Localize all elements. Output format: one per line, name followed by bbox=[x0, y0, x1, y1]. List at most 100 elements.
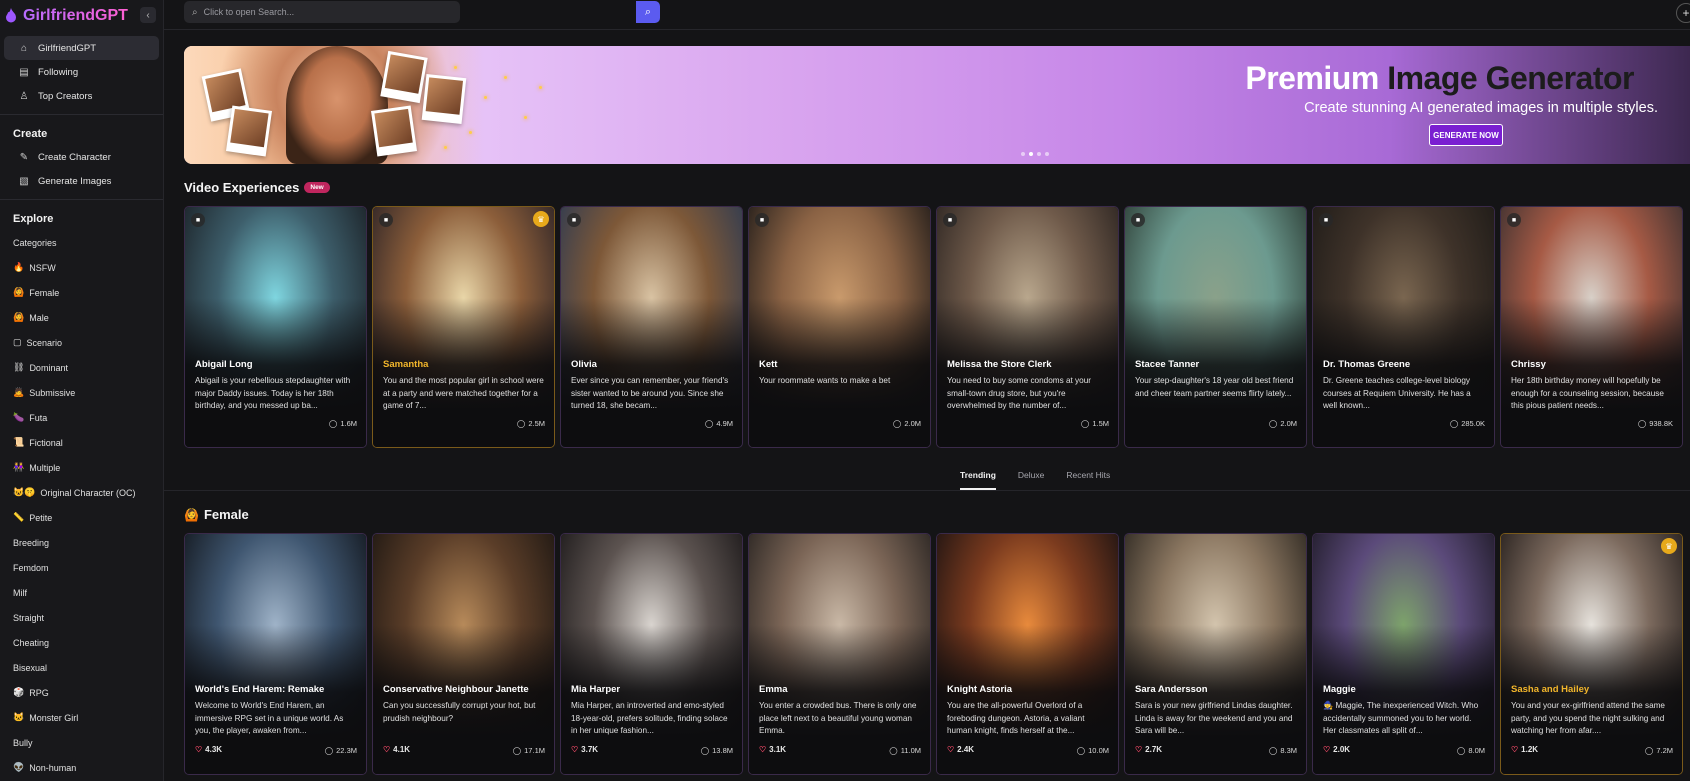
sparkle bbox=[504, 76, 507, 79]
sidebar-item-create-character[interactable]: ✎ Create Character bbox=[4, 145, 159, 169]
category-emoji-icon: 🍆 bbox=[13, 412, 25, 422]
category-item[interactable]: 🐱 Monster Girl bbox=[0, 705, 163, 730]
character-card[interactable]: ♡ 2.7K Sara Andersson Sara is your new girl… bbox=[1124, 533, 1307, 775]
category-item[interactable]: 🙆 Male bbox=[0, 305, 163, 330]
generate-now-button[interactable]: GENERATE NOW bbox=[1429, 124, 1503, 146]
video-camera-icon: ■ bbox=[191, 213, 205, 227]
category-item[interactable]: 😺🤫 Original Character (OC) bbox=[0, 480, 163, 505]
chat-bubble-icon: ◯ bbox=[1637, 419, 1647, 428]
tab-recent-hits[interactable]: Recent Hits bbox=[1066, 470, 1110, 490]
category-label: Non-human bbox=[29, 762, 77, 773]
character-card[interactable]: ■ Stacee Tanner Your step-daughter's 18 ye… bbox=[1124, 206, 1307, 448]
character-card[interactable]: ■ Kett Your roommate wants to make a bet ◯ 2… bbox=[748, 206, 931, 448]
category-item[interactable]: 👭 Multiple bbox=[0, 455, 163, 480]
create-character-icon: ✎ bbox=[19, 151, 29, 163]
category-label: Milf bbox=[13, 587, 27, 598]
character-card[interactable]: ■ Chrissy Her 18th birthday money will hop… bbox=[1500, 206, 1683, 448]
category-item[interactable]: Milf bbox=[0, 580, 163, 605]
character-card[interactable]: ♡ 4.3K World's End Harem: Remake Welcome to… bbox=[184, 533, 367, 775]
character-card[interactable]: ♡ 3.7K Mia Harper Mia Harper, an introverte… bbox=[560, 533, 743, 775]
character-card[interactable]: ■ Dr. Thomas Greene Dr. Greene teaches col… bbox=[1312, 206, 1495, 448]
chat-count-value: 22.3M bbox=[336, 746, 357, 755]
chat-bubble-icon: ◯ bbox=[889, 746, 898, 755]
character-name: Mia Harper bbox=[571, 684, 621, 695]
character-card[interactable]: ♛ ♡ 1.2K Sasha and Hailey You and your ex-gi… bbox=[1500, 533, 1683, 775]
category-label: Submissive bbox=[29, 387, 76, 398]
category-item[interactable]: 🍆 Futa bbox=[0, 405, 163, 430]
like-count-value: 4.3K bbox=[205, 745, 223, 754]
sidebar-item-top-creators[interactable]: ♙ Top Creators bbox=[4, 84, 159, 108]
categories-heading[interactable]: Categories bbox=[0, 230, 163, 255]
collapse-sidebar-button[interactable]: ‹ bbox=[140, 7, 156, 23]
video-camera-icon: ■ bbox=[1319, 213, 1333, 227]
divider bbox=[164, 490, 1690, 491]
category-label: NSFW bbox=[29, 262, 56, 273]
banner-subtitle: Create stunning AI generated images in m… bbox=[1304, 100, 1658, 116]
search-icon: ⌕ bbox=[192, 6, 198, 18]
character-card[interactable]: ■ Melissa the Store Clerk You need to buy … bbox=[936, 206, 1119, 448]
category-item[interactable]: Cheating bbox=[0, 630, 163, 655]
sidebar-item-generate-images[interactable]: ▧ Generate Images bbox=[4, 169, 159, 193]
search-button[interactable]: ⌕ bbox=[636, 1, 660, 23]
add-button[interactable]: + bbox=[1676, 3, 1690, 23]
character-card[interactable]: ■ Olivia Ever since you can remember, your… bbox=[560, 206, 743, 448]
sparkle bbox=[484, 96, 487, 99]
category-item[interactable]: 🙆 Female bbox=[0, 280, 163, 305]
video-section-header: Video Experiences New bbox=[184, 180, 330, 195]
chat-count: ◯ 938.8K bbox=[1638, 419, 1673, 428]
video-card-row: ■ Abigail Long Abigail is your rebellious … bbox=[184, 206, 1683, 448]
heart-icon: ♡ bbox=[947, 745, 955, 754]
character-card[interactable]: ♡ 3.1K Emma You enter a crowded bus. There … bbox=[748, 533, 931, 775]
chat-count: ◯ 2.0M bbox=[1269, 419, 1297, 428]
carousel-dot[interactable] bbox=[1037, 152, 1041, 156]
character-card[interactable]: ♡ 2.4K Knight Astoria You are the all-power… bbox=[936, 533, 1119, 775]
character-card[interactable]: ■ ♛ Samantha You and the most popular girl … bbox=[372, 206, 555, 448]
character-description: You enter a crowded bus. There is only o… bbox=[759, 701, 917, 735]
category-item[interactable]: 🙇 Submissive bbox=[0, 380, 163, 405]
chat-count: ◯ 13.8M bbox=[701, 746, 733, 755]
chat-count: ◯ 10.0M bbox=[1077, 746, 1109, 755]
chat-count-value: 4.9M bbox=[716, 419, 733, 428]
category-item[interactable]: 📜 Fictional bbox=[0, 430, 163, 455]
video-camera-icon: ■ bbox=[567, 213, 581, 227]
category-item[interactable]: 🎲 RPG bbox=[0, 680, 163, 705]
category-item[interactable]: ⛓ Dominant bbox=[0, 355, 163, 380]
category-item[interactable]: Femdom bbox=[0, 555, 163, 580]
category-item[interactable]: 🔥 NSFW bbox=[0, 255, 163, 280]
character-card[interactable]: ♡ 4.1K Conservative Neighbour Janette Can y… bbox=[372, 533, 555, 775]
category-item[interactable]: 📏 Petite bbox=[0, 505, 163, 530]
category-emoji-icon: 🙆 bbox=[13, 312, 25, 322]
chat-count-value: 1.6M bbox=[340, 419, 357, 428]
search-placeholder: Click to open Search... bbox=[203, 7, 295, 17]
category-emoji-icon: 📏 bbox=[13, 512, 25, 522]
chat-bubble-icon: ◯ bbox=[1644, 746, 1654, 755]
tab-trending[interactable]: Trending bbox=[960, 470, 996, 490]
category-label: Femdom bbox=[13, 562, 49, 573]
category-item[interactable]: Straight bbox=[0, 605, 163, 630]
category-item[interactable]: 👽 Non-human bbox=[0, 755, 163, 780]
sidebar-item-home[interactable]: ⌂ GirlfriendGPT bbox=[4, 36, 159, 60]
promo-banner[interactable]: Premium Image Generator Create stunning … bbox=[184, 46, 1690, 164]
carousel-dot[interactable] bbox=[1029, 152, 1033, 156]
character-description: Her 18th birthday money will hopefully b… bbox=[1511, 376, 1664, 410]
sidebar-item-following[interactable]: ▤ Following bbox=[4, 60, 159, 84]
character-description: You are the all-powerful Overlord of a f… bbox=[947, 701, 1085, 735]
character-card[interactable]: ♡ 2.0K Maggie 🧙 Maggie, The inexperienced W… bbox=[1312, 533, 1495, 775]
heart-icon: ♡ bbox=[1323, 745, 1331, 754]
category-item[interactable]: Breeding bbox=[0, 530, 163, 555]
chat-count-value: 10.0M bbox=[1088, 746, 1109, 755]
carousel-dot[interactable] bbox=[1045, 152, 1049, 156]
character-card[interactable]: ■ Abigail Long Abigail is your rebellious … bbox=[184, 206, 367, 448]
category-label: RPG bbox=[29, 687, 49, 698]
search-input[interactable]: ⌕ Click to open Search... bbox=[184, 1, 460, 23]
like-count: ♡ 2.0K bbox=[1323, 745, 1350, 754]
category-item[interactable]: Bully bbox=[0, 730, 163, 755]
carousel-dot[interactable] bbox=[1021, 152, 1025, 156]
category-list: 🔥 NSFW 🙆 Female 🙆 Male ▢ Scenario ⛓ Dominant 🙇 Subm… bbox=[0, 255, 163, 780]
sparkle bbox=[469, 131, 472, 134]
logo[interactable]: GirlfriendGPT bbox=[0, 0, 163, 32]
tab-deluxe[interactable]: Deluxe bbox=[1018, 470, 1044, 490]
category-item[interactable]: ▢ Scenario bbox=[0, 330, 163, 355]
category-item[interactable]: Bisexual bbox=[0, 655, 163, 680]
like-count-value: 2.7K bbox=[1145, 745, 1163, 754]
